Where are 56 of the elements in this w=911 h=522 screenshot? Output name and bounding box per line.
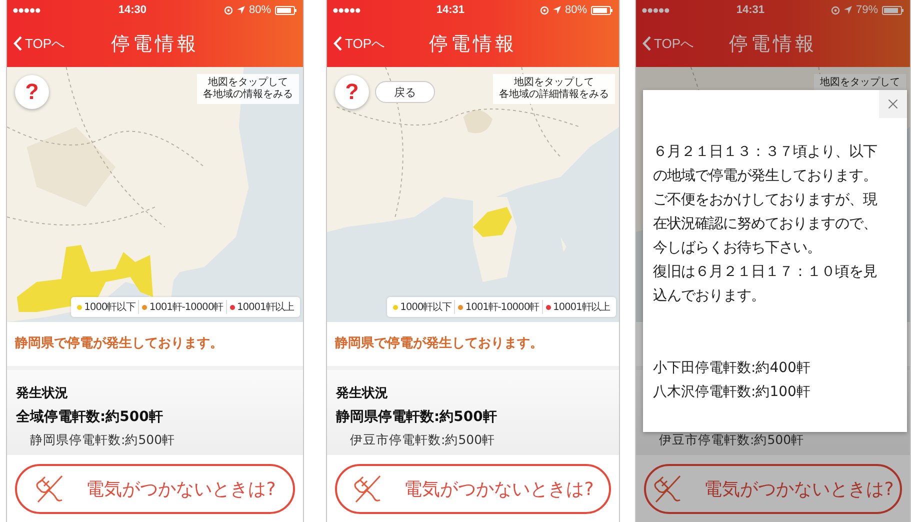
notice-text: ６月２１日１３：３７頃より、以下の地域で停電が発生しております。ご不便をおかけしておりますが、現在状況確認に努めておりますので、今しばらくお待ち下さい。 (653, 143, 878, 258)
legend-label: 1000軒以下 (84, 300, 136, 314)
section-heading: 発生状況 (336, 385, 389, 403)
clock-time: 14:31 (436, 4, 465, 16)
no-power-help-button[interactable]: 電気がつかないときは? (15, 464, 295, 514)
location-arrow-icon (236, 6, 245, 14)
chevron-left-icon (333, 36, 342, 51)
no-power-help-button[interactable]: 電気がつかないときは? (335, 464, 611, 514)
close-button[interactable] (879, 90, 907, 118)
legend-label: 1001軒-10000軒 (465, 301, 539, 314)
battery-percent: 79% (856, 4, 878, 16)
battery-icon (274, 6, 297, 14)
alert-message: 静岡県で停電が発生しております。 (335, 335, 543, 352)
signal-icon (13, 8, 41, 12)
map-back-button[interactable]: 戻る (375, 81, 435, 103)
hint-text: 地図をタップして (208, 77, 288, 88)
area-outages: 伊豆市停電軒数:約500軒 (658, 432, 806, 449)
legend-label: 1001軒-10000軒 (149, 301, 223, 314)
hint-text: 地図をタップして (820, 77, 900, 89)
area-outages: 静岡県停電軒数:約500軒 (29, 432, 176, 449)
clock-time: 14:30 (118, 4, 147, 16)
legend-label: 10001軒以上 (552, 300, 610, 314)
clock-time: 14:31 (736, 4, 765, 16)
battery-percent: 80% (248, 4, 271, 16)
area-outages: 八木沢停電軒数:約100軒 (653, 383, 812, 402)
area-outages: 伊豆市停電軒数:約500軒 (349, 432, 496, 449)
legend-label: 1000軒以下 (400, 300, 452, 314)
battery-icon (590, 6, 613, 14)
screen-title: 停電情報 (111, 32, 199, 54)
location-arrow-icon (552, 6, 561, 14)
total-outages: 全域停電軒数:約500軒 (16, 408, 164, 427)
signal-icon (642, 8, 670, 12)
area-outages: 小下田停電軒数:約400軒 (653, 359, 812, 378)
alarm-icon (224, 6, 233, 14)
back-link[interactable]: TOPへ (7, 34, 64, 52)
section-heading: 発生状況 (16, 385, 69, 403)
screen-title: 停電情報 (429, 32, 517, 54)
legend-label: 10001軒以上 (236, 300, 294, 314)
chevron-left-icon (642, 36, 651, 51)
alert-message: 静岡県で停電が発生しております。 (15, 335, 223, 352)
notice-text: 復旧は６月２１日１７：１０頃を見込んでおります。 (653, 263, 878, 306)
no-power-help-button[interactable]: 電気がつかないときは? (644, 464, 902, 514)
hint-text: 地図をタップして (514, 77, 594, 88)
signal-icon (333, 8, 361, 12)
alarm-icon (540, 6, 549, 14)
back-link[interactable]: TOPへ (636, 34, 694, 52)
hint-text: 各地域の詳細情報をみる (499, 89, 609, 101)
alarm-icon (830, 6, 840, 14)
battery-percent: 80% (564, 4, 587, 16)
total-outages: 静岡県停電軒数:約500軒 (336, 408, 498, 427)
battery-icon (882, 6, 904, 14)
hint-text: 各地域の情報をみる (203, 89, 293, 101)
location-arrow-icon (844, 6, 852, 14)
screen-title: 停電情報 (729, 32, 817, 54)
back-link[interactable]: TOPへ (327, 34, 384, 52)
chevron-left-icon (13, 36, 22, 51)
